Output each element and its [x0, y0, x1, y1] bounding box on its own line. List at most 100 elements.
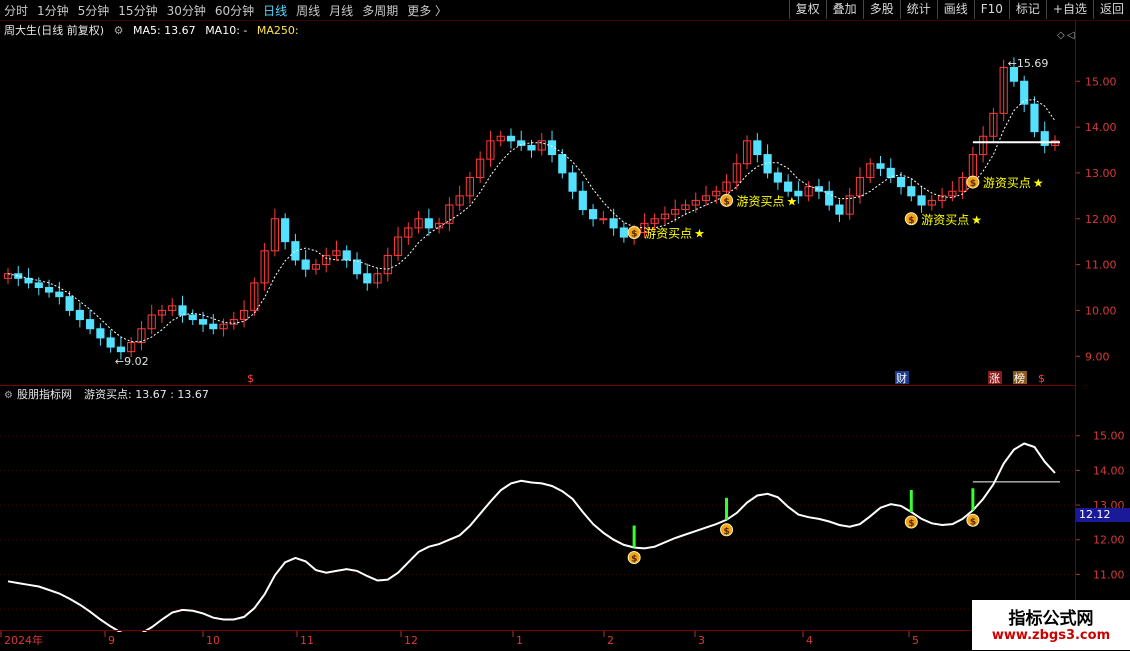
period-tab-7[interactable]: 周线 [296, 2, 320, 19]
candle [44, 287, 54, 293]
date-label: 2024年 [4, 633, 43, 647]
toolbar-button-2[interactable]: 多股 [862, 0, 900, 19]
candle [753, 140, 762, 156]
dividend-marker: $ [247, 372, 254, 385]
date-label: 4 [806, 634, 813, 647]
watermark-logo: 指标公式网 www.zbgs3.com [972, 600, 1130, 650]
main-axis-label: 11.00 [1085, 259, 1117, 272]
candle [65, 296, 74, 311]
candle [876, 163, 885, 169]
toolbar-button-4[interactable]: 画线 [936, 0, 974, 19]
candle [188, 314, 197, 321]
period-tab-8[interactable]: 月线 [329, 2, 353, 19]
period-tab-4[interactable]: 30分钟 [167, 2, 206, 19]
candle [506, 135, 516, 142]
signal-star-icon: ★ [694, 227, 705, 241]
money-bag-symbol: $ [724, 527, 730, 537]
date-label: 12 [404, 634, 418, 647]
date-label: 11 [300, 634, 314, 647]
candle [14, 273, 23, 279]
indicator-axis-label: 11.00 [1093, 568, 1125, 581]
candle [198, 319, 208, 325]
main-axis-label: 13.00 [1085, 167, 1117, 180]
signal-label: 游资买点 [644, 227, 692, 241]
candle [907, 186, 916, 197]
candle [291, 241, 300, 261]
candle [363, 273, 372, 284]
candle [568, 172, 577, 192]
candle [86, 319, 95, 330]
price-chart[interactable]: 15.00 14.00 13.00 12.00 11.00 10.00 9.00 ←15.69… [0, 20, 1130, 385]
dividend-marker: $ [1038, 372, 1045, 385]
candle [34, 282, 43, 288]
money-bag-symbol: $ [908, 216, 914, 226]
date-axis: 2024年 9 10 11 12 1 2 3 4 5 [0, 630, 1075, 647]
expand-diamond-icon: ◇ [1057, 30, 1065, 41]
signal-label: 游资买点 [921, 213, 969, 227]
main-axis-label: 14.00 [1085, 121, 1117, 134]
date-label: 10 [206, 634, 220, 647]
candle [301, 259, 310, 270]
high-price-label: ←15.69 [1008, 57, 1049, 70]
ma5-line [7, 99, 1056, 343]
indicator-chart[interactable]: ⚙ 股朋指标网 游资买点: 13.67 : 13.6715.0014.0013.00… [0, 386, 1130, 632]
indicator-axis-label: 15.00 [1093, 430, 1125, 443]
main-axis-label: 15.00 [1085, 75, 1117, 88]
candle [609, 218, 618, 229]
candle [55, 291, 64, 298]
date-label: 2 [607, 634, 614, 647]
candle [784, 181, 793, 192]
money-bag-symbol: $ [631, 555, 637, 565]
signal-star-icon: ★ [971, 213, 982, 227]
indicator-line [7, 442, 1056, 632]
candle [527, 144, 536, 151]
money-bag-symbol: $ [908, 519, 914, 529]
candle [825, 190, 834, 206]
top-toolbar: 分时 1分钟 5分钟 15分钟 30分钟 60分钟 日线 周线 月线 多周期 更多 〉 复权 叠加 多股… [0, 0, 1130, 21]
period-tab-5[interactable]: 60分钟 [215, 2, 254, 19]
signal-star-icon: ★ [1033, 176, 1044, 190]
candle [896, 177, 906, 188]
signal-star-icon: ★ [787, 194, 798, 208]
toolbar-button-3[interactable]: 统计 [899, 0, 937, 19]
date-label: 3 [698, 634, 705, 647]
limit-up-marker: 涨 [989, 372, 1000, 385]
period-tab-10[interactable]: 更多 〉 [407, 2, 447, 19]
period-tab-9[interactable]: 多周期 [362, 2, 398, 19]
toolbar-buttons: 复权 叠加 多股 统计 画线 F10 标记 +自选 返回 [788, 0, 1130, 20]
date-label: 1 [516, 634, 523, 647]
candle [578, 190, 587, 211]
period-tab-3[interactable]: 15分钟 [118, 2, 157, 19]
main-axis-label: 9.00 [1085, 350, 1110, 363]
toolbar-button-8[interactable]: 返回 [1092, 0, 1130, 19]
candle [342, 250, 351, 261]
current-value-badge: 12.12 [1076, 508, 1130, 522]
period-tab-0[interactable]: 分时 [4, 2, 28, 19]
date-label: 9 [108, 634, 115, 647]
indicator-value-label: 游资买点: 13.67 : 13.67 [84, 388, 209, 401]
main-axis-label: 10.00 [1085, 304, 1117, 317]
signal-label: 游资买点 [737, 194, 785, 208]
signal-label: 游资买点 [983, 176, 1031, 190]
date-label: 5 [912, 634, 919, 647]
period-tab-6[interactable]: 日线 [263, 2, 287, 19]
candle [424, 218, 433, 229]
candle [352, 259, 362, 275]
candle [619, 227, 628, 238]
toolbar-button-6[interactable]: 标记 [1008, 0, 1046, 19]
money-bag-symbol: $ [970, 179, 976, 189]
period-tab-2[interactable]: 5分钟 [78, 2, 110, 19]
toolbar-button-7[interactable]: +自选 [1045, 0, 1093, 19]
indicator-axis-label: 14.00 [1093, 464, 1125, 477]
period-tab-1[interactable]: 1分钟 [37, 2, 69, 19]
billboard-marker: 榜 [1014, 371, 1025, 385]
toolbar-button-5[interactable]: F10 [973, 0, 1009, 19]
candle [835, 204, 844, 215]
money-bag-symbol: $ [724, 197, 730, 207]
candle [106, 337, 115, 348]
toolbar-button-0[interactable]: 复权 [788, 0, 826, 19]
watermark-title: 指标公式网 [1008, 609, 1094, 629]
toolbar-button-1[interactable]: 叠加 [825, 0, 863, 19]
candle [96, 328, 105, 339]
low-price-label: ←9.02 [115, 355, 149, 368]
